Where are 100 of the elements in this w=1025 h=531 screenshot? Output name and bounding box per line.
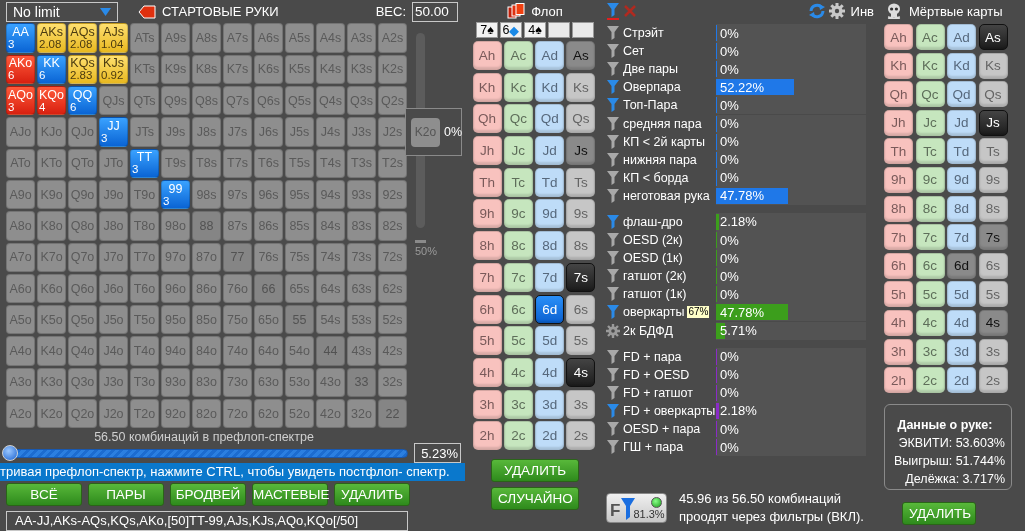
hand-cell[interactable]: TT 3 — [130, 148, 159, 178]
range-button[interactable]: ПАРЫ — [88, 483, 164, 507]
card-button[interactable]: 2d — [947, 367, 976, 394]
filter-icon[interactable] — [606, 384, 620, 401]
filter-icon[interactable] — [606, 79, 620, 96]
range-button[interactable]: ВСЁ — [6, 483, 82, 507]
card-button[interactable]: 8h — [472, 231, 502, 261]
filter-icon[interactable] — [606, 25, 620, 42]
card-button[interactable]: Ts — [566, 167, 596, 197]
empty-card-slot[interactable] — [572, 22, 594, 38]
hand-cell[interactable]: KJs 0.92 — [99, 54, 128, 85]
card-button[interactable]: 8c — [503, 231, 533, 261]
card-button[interactable]: 4h — [884, 309, 913, 336]
card-button[interactable]: 2h — [884, 367, 913, 394]
card-button[interactable]: 5d — [947, 281, 976, 308]
card-button[interactable]: 7d — [535, 262, 565, 292]
card-button[interactable]: 6c — [915, 252, 945, 279]
hand-cell[interactable]: AKs 2.08 — [37, 23, 66, 53]
card-button[interactable]: Qs — [566, 104, 596, 134]
weight-field[interactable]: 50.00 — [412, 1, 458, 22]
card-button[interactable]: Kc — [915, 52, 945, 79]
range-button[interactable]: МАСТЕВЫЕ — [252, 483, 328, 507]
card-button[interactable]: 3h — [472, 389, 502, 419]
card-button[interactable]: 8c — [915, 195, 945, 222]
card-button[interactable]: 7h — [884, 224, 913, 251]
card-button[interactable]: As — [978, 24, 1008, 50]
filter-icon[interactable] — [606, 421, 620, 437]
card-button[interactable]: Kd — [535, 72, 565, 102]
card-button[interactable]: Ks — [978, 52, 1008, 79]
flop-button[interactable]: УДАЛИТЬ — [491, 459, 579, 483]
card-button[interactable]: Jc — [915, 109, 945, 136]
card-button[interactable]: 2d — [535, 421, 565, 451]
settings-icon[interactable] — [606, 323, 620, 338]
hand-cell[interactable]: 99 3 — [161, 179, 190, 210]
filter-icon[interactable] — [606, 61, 620, 78]
hand-cell[interactable]: AJs 1.04 — [99, 23, 128, 53]
card-button[interactable]: Jc — [503, 136, 533, 166]
board-card[interactable]: 4♠ — [524, 22, 546, 38]
card-button[interactable]: 7s — [566, 262, 596, 292]
card-button[interactable]: 9s — [978, 166, 1008, 193]
card-button[interactable]: Th — [884, 138, 913, 165]
hand-cell[interactable]: KQo 4 — [37, 86, 66, 116]
board-card[interactable]: 6◆ — [500, 22, 522, 38]
range-button[interactable]: БРОДВЕЙ — [170, 483, 246, 507]
range-slider[interactable] — [4, 445, 408, 462]
filter-icon[interactable] — [606, 286, 620, 303]
card-button[interactable]: Qd — [535, 104, 565, 134]
card-button[interactable]: 2s — [566, 421, 596, 451]
card-button[interactable]: Th — [472, 167, 502, 197]
card-button[interactable]: Ts — [978, 138, 1008, 165]
hand-cell[interactable]: AQo 3 — [6, 86, 35, 116]
card-button[interactable]: 5h — [472, 326, 502, 356]
filter-toggle-button[interactable]: F 81.3% — [606, 493, 667, 523]
card-button[interactable]: Td — [535, 167, 565, 197]
filter-icon[interactable] — [606, 366, 620, 383]
card-button[interactable]: 6h — [472, 294, 502, 324]
card-button[interactable]: 7c — [503, 262, 533, 292]
card-button[interactable]: Kh — [884, 52, 913, 79]
card-button[interactable]: Qc — [503, 104, 533, 134]
hand-cell[interactable]: KQs 2.83 — [68, 54, 97, 85]
board-card[interactable]: 7♠ — [476, 22, 498, 38]
card-button[interactable]: 8s — [978, 195, 1008, 222]
game-dropdown[interactable]: No limit — [6, 1, 118, 22]
card-button[interactable]: 3h — [884, 338, 913, 365]
filter-icon[interactable] — [606, 115, 620, 132]
card-button[interactable]: 6d — [535, 294, 565, 324]
card-button[interactable]: 4s — [566, 357, 596, 387]
filter-icon[interactable] — [606, 97, 620, 114]
card-button[interactable]: 5d — [535, 326, 565, 356]
range-field[interactable]: AA-JJ,AKs-AQs,KQs,AKo,[50]TT-99,AJs,KJs,AQo,KQo[/50] — [6, 511, 408, 531]
flop-button[interactable]: СЛУЧАЙНО — [491, 487, 579, 511]
hand-cell[interactable]: QQ 6 — [68, 86, 97, 116]
card-button[interactable]: 6s — [566, 294, 596, 324]
card-button[interactable]: Qh — [884, 81, 913, 108]
card-button[interactable]: 3d — [535, 389, 565, 419]
card-button[interactable]: 3s — [566, 389, 596, 419]
card-button[interactable]: 7h — [472, 262, 502, 292]
filter-icon[interactable] — [606, 304, 620, 321]
card-button[interactable]: 4c — [915, 309, 945, 336]
card-button[interactable]: 8h — [884, 195, 913, 222]
card-button[interactable]: Js — [978, 109, 1008, 136]
percent-field[interactable]: 5.23% — [414, 443, 461, 464]
card-button[interactable]: Jd — [535, 136, 565, 166]
slider-thumb[interactable] — [415, 240, 426, 244]
card-button[interactable]: 4d — [947, 309, 976, 336]
invert-label[interactable]: Инв — [850, 3, 874, 19]
card-button[interactable]: 9d — [535, 199, 565, 229]
card-button[interactable]: 6s — [978, 252, 1008, 279]
card-button[interactable]: Kd — [947, 52, 976, 79]
card-button[interactable]: Qs — [978, 81, 1008, 108]
card-button[interactable]: 7d — [947, 224, 976, 251]
filter-icon[interactable] — [606, 169, 620, 186]
card-button[interactable]: 7c — [915, 224, 945, 251]
card-button[interactable]: 4h — [472, 357, 502, 387]
card-button[interactable]: Qd — [947, 81, 976, 108]
card-button[interactable]: 2h — [472, 421, 502, 451]
card-button[interactable]: 5h — [884, 281, 913, 308]
card-button[interactable]: Qc — [915, 81, 945, 108]
filter-icon[interactable] — [606, 187, 620, 204]
card-button[interactable]: Td — [947, 138, 976, 165]
